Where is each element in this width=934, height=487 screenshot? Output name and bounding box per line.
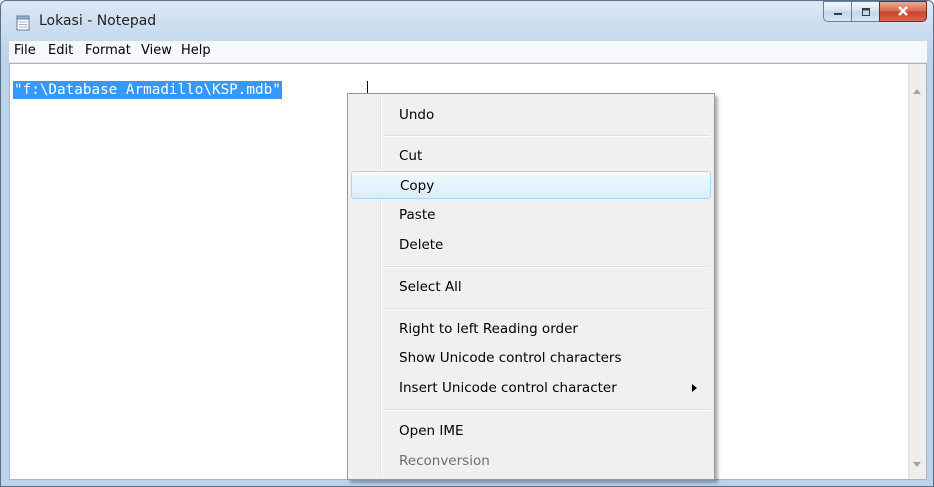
menu-view[interactable]: View bbox=[141, 43, 172, 58]
vertical-scrollbar[interactable] bbox=[908, 64, 926, 479]
menu-item-label: Select All bbox=[399, 279, 462, 295]
arrow-up-icon[interactable] bbox=[913, 89, 921, 94]
menu-item-open-ime[interactable]: Open IME bbox=[351, 417, 711, 445]
arrow-down-icon[interactable] bbox=[913, 462, 921, 467]
menu-item-label: Cut bbox=[399, 148, 423, 164]
title-bar[interactable]: Lokasi - Notepad bbox=[1, 1, 933, 41]
menu-separator bbox=[384, 135, 710, 137]
menu-help[interactable]: Help bbox=[181, 43, 211, 58]
menu-item-label: Delete bbox=[399, 237, 444, 253]
menu-file[interactable]: File bbox=[14, 43, 36, 58]
notepad-icon bbox=[15, 15, 31, 31]
menu-item-label: Copy bbox=[400, 178, 435, 194]
menu-format[interactable]: Format bbox=[85, 43, 131, 58]
maximize-icon bbox=[860, 2, 872, 21]
menu-item-delete[interactable]: Delete bbox=[351, 231, 711, 259]
close-icon bbox=[896, 2, 910, 21]
menu-item-label: Reconversion bbox=[399, 453, 490, 469]
menu-item-show-unicode-control[interactable]: Show Unicode control characters bbox=[351, 344, 711, 372]
context-menu: Undo Cut Copy Paste Delete Select All Ri… bbox=[347, 93, 715, 480]
menu-separator bbox=[384, 266, 710, 268]
menu-item-paste[interactable]: Paste bbox=[351, 201, 711, 229]
menu-item-undo[interactable]: Undo bbox=[351, 101, 711, 129]
menu-item-select-all[interactable]: Select All bbox=[351, 273, 711, 301]
menu-item-label: Paste bbox=[399, 207, 436, 223]
menu-item-label: Insert Unicode control character bbox=[399, 380, 617, 396]
close-button[interactable] bbox=[879, 1, 927, 22]
menu-item-rtl-reading-order[interactable]: Right to left Reading order bbox=[351, 315, 711, 343]
menu-item-label: Show Unicode control characters bbox=[399, 350, 622, 366]
window-controls bbox=[823, 1, 927, 23]
menu-item-copy[interactable]: Copy bbox=[351, 171, 711, 199]
menu-item-cut[interactable]: Cut bbox=[351, 142, 711, 170]
menu-item-label: Undo bbox=[399, 107, 435, 123]
menu-item-reconversion: Reconversion bbox=[351, 447, 711, 475]
menu-separator bbox=[384, 308, 710, 310]
maximize-button[interactable] bbox=[851, 1, 879, 22]
selected-text[interactable]: "f:\Database Armadillo\KSP.mdb" bbox=[13, 81, 282, 99]
window-title: Lokasi - Notepad bbox=[39, 13, 157, 29]
menu-item-label: Open IME bbox=[399, 423, 464, 439]
menu-bar: File Edit Format View Help bbox=[9, 41, 927, 63]
menu-item-label: Right to left Reading order bbox=[399, 321, 578, 337]
menu-item-insert-unicode-control[interactable]: Insert Unicode control character bbox=[351, 374, 711, 402]
menu-separator bbox=[384, 409, 710, 411]
minimize-icon bbox=[832, 2, 844, 21]
chevron-right-icon bbox=[692, 384, 697, 392]
minimize-button[interactable] bbox=[823, 1, 851, 22]
menu-edit[interactable]: Edit bbox=[48, 43, 73, 58]
